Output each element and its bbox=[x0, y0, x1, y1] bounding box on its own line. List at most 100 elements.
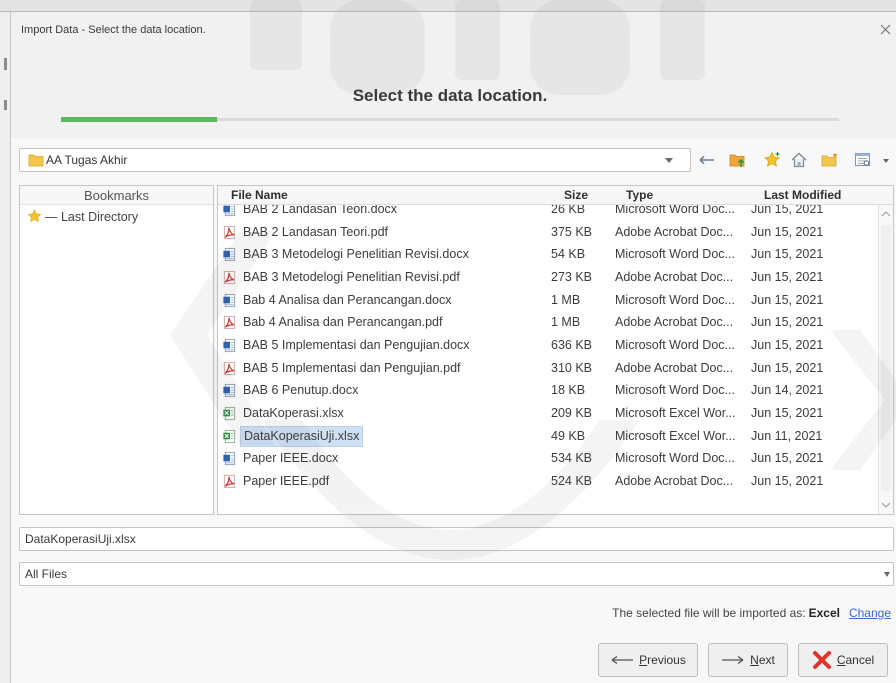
file-list-body: BAB 2 Landasan Teori.docx 26 KB Microsoft … bbox=[218, 205, 878, 514]
chevron-down-icon[interactable] bbox=[665, 158, 673, 163]
file-size-cell: 49 KB bbox=[551, 428, 586, 443]
file-row[interactable]: Paper IEEE.docx 534 KB Microsoft Word Doc.… bbox=[218, 447, 878, 470]
chevron-down-icon[interactable] bbox=[884, 572, 890, 577]
word-file-icon bbox=[222, 451, 237, 466]
word-file-icon bbox=[222, 293, 237, 308]
folder-icon bbox=[28, 152, 44, 168]
home-icon[interactable] bbox=[790, 151, 808, 169]
file-row[interactable]: Bab 4 Analisa dan Perancangan.docx 1 MB Mi… bbox=[218, 289, 878, 312]
file-modified-cell: Jun 15, 2021 bbox=[751, 338, 824, 353]
file-type-cell: Microsoft Word Doc... bbox=[615, 292, 735, 307]
view-options-icon[interactable] bbox=[854, 151, 872, 169]
file-type-filter-combo[interactable]: All Files bbox=[19, 562, 894, 586]
file-modified-cell: Jun 15, 2021 bbox=[751, 474, 824, 489]
file-modified-cell: Jun 15, 2021 bbox=[751, 270, 824, 284]
file-modified-cell: Jun 15, 2021 bbox=[751, 205, 824, 216]
location-combo[interactable]: AA Tugas Akhir bbox=[19, 148, 691, 172]
file-row[interactable]: BAB 3 Metodelogi Penelitian Revisi.pdf 27… bbox=[218, 266, 878, 289]
file-row[interactable]: BAB 5 Implementasi dan Pengujian.pdf 310 … bbox=[218, 357, 878, 380]
file-name-input[interactable] bbox=[19, 527, 894, 551]
close-icon[interactable] bbox=[879, 23, 892, 36]
cancel-x-icon bbox=[812, 650, 832, 670]
next-button-label: Next bbox=[750, 653, 775, 667]
add-bookmark-star-icon[interactable] bbox=[763, 151, 781, 169]
file-list-scrollbar[interactable] bbox=[878, 205, 893, 514]
file-type-cell: Microsoft Word Doc... bbox=[615, 247, 735, 262]
file-type-cell: Adobe Acrobat Doc... bbox=[615, 270, 734, 284]
file-size-cell: 636 KB bbox=[551, 338, 593, 353]
file-row[interactable]: DataKoperasiUji.xlsx 49 KB Microsoft Excel… bbox=[218, 425, 878, 448]
file-size-cell: 375 KB bbox=[551, 224, 593, 239]
scroll-down-icon[interactable] bbox=[881, 501, 891, 509]
file-name-cell: BAB 6 Penutup.docx bbox=[243, 383, 359, 398]
previous-button[interactable]: Previous bbox=[598, 643, 698, 677]
view-options-chevron-down-icon[interactable] bbox=[883, 159, 889, 163]
file-size-cell: 1 MB bbox=[551, 292, 581, 307]
file-name-cell: Paper IEEE.docx bbox=[243, 451, 339, 466]
wizard-progress-fill bbox=[61, 117, 217, 122]
file-row[interactable]: BAB 2 Landasan Teori.docx 26 KB Microsoft … bbox=[218, 205, 878, 221]
file-modified-cell: Jun 15, 2021 bbox=[751, 360, 824, 375]
file-row[interactable]: Paper IEEE.pdf 524 KB Adobe Acrobat Doc...… bbox=[218, 470, 878, 493]
file-name-cell: Paper IEEE.pdf bbox=[243, 474, 330, 489]
file-size-cell: 524 KB bbox=[551, 474, 593, 489]
file-modified-cell: Jun 15, 2021 bbox=[751, 224, 824, 239]
column-header-last-modified[interactable]: Last Modified bbox=[764, 186, 841, 205]
file-type-cell: Microsoft Word Doc... bbox=[615, 451, 735, 466]
dialog-title: Import Data - Select the data location. bbox=[21, 24, 206, 36]
file-type-cell: Adobe Acrobat Doc... bbox=[615, 474, 734, 489]
cancel-button-label: Cancel bbox=[836, 653, 875, 667]
change-format-link[interactable]: Change bbox=[849, 606, 891, 620]
wizard-progress-bar bbox=[61, 117, 839, 122]
bookmark-label: — Last Directory bbox=[45, 210, 139, 224]
file-type-cell: Microsoft Word Doc... bbox=[615, 383, 735, 398]
column-header-file-name[interactable]: File Name bbox=[231, 186, 288, 205]
import-note-text: The selected file will be imported as: bbox=[612, 606, 806, 620]
star-icon bbox=[27, 209, 42, 224]
file-row[interactable]: BAB 6 Penutup.docx 18 KB Microsoft Word Do… bbox=[218, 379, 878, 402]
file-row[interactable]: Bab 4 Analisa dan Perancangan.pdf 1 MB Ado… bbox=[218, 311, 878, 334]
scroll-up-icon[interactable] bbox=[881, 210, 891, 218]
file-type-cell: Microsoft Word Doc... bbox=[615, 205, 735, 216]
next-button[interactable]: Next bbox=[708, 643, 788, 677]
file-size-cell: 534 KB bbox=[551, 451, 593, 466]
import-format-note: The selected file will be imported as: Ex… bbox=[391, 606, 891, 620]
file-name-cell: BAB 3 Metodelogi Penelitian Revisi.pdf bbox=[243, 270, 460, 284]
file-name-cell: DataKoperasi.xlsx bbox=[243, 406, 344, 421]
column-header-type[interactable]: Type bbox=[626, 186, 653, 205]
file-row[interactable]: BAB 5 Implementasi dan Pengujian.docx 636… bbox=[218, 334, 878, 357]
pdf-file-icon bbox=[222, 474, 237, 489]
back-arrow-icon[interactable] bbox=[698, 151, 716, 169]
pdf-file-icon bbox=[222, 315, 237, 330]
excel-file-icon bbox=[222, 429, 237, 444]
file-modified-cell: Jun 15, 2021 bbox=[751, 451, 824, 466]
file-list: File Name Size Type Last Modified BAB 2 … bbox=[217, 185, 894, 515]
import-format-value: Excel bbox=[808, 606, 840, 620]
file-row[interactable]: BAB 3 Metodelogi Penelitian Revisi.docx 5… bbox=[218, 243, 878, 266]
file-type-cell: Microsoft Word Doc... bbox=[615, 338, 735, 353]
file-name-cell: DataKoperasiUji.xlsx bbox=[240, 425, 364, 447]
file-name-cell: Bab 4 Analisa dan Perancangan.pdf bbox=[243, 315, 443, 330]
excel-file-icon bbox=[222, 406, 237, 421]
bookmarks-header: Bookmarks bbox=[20, 186, 213, 205]
arrow-left-icon bbox=[610, 655, 634, 665]
new-folder-icon[interactable] bbox=[821, 151, 839, 169]
folder-up-icon[interactable] bbox=[729, 151, 747, 169]
column-header-size[interactable]: Size bbox=[564, 186, 588, 205]
word-file-icon bbox=[222, 247, 237, 262]
file-name-cell: BAB 2 Landasan Teori.pdf bbox=[243, 224, 389, 239]
word-file-icon bbox=[222, 383, 237, 398]
scrollbar-thumb[interactable] bbox=[881, 225, 891, 491]
bookmark-item-last-directory[interactable]: — Last Directory bbox=[20, 206, 213, 228]
file-row[interactable]: DataKoperasi.xlsx 209 KB Microsoft Excel W… bbox=[218, 402, 878, 425]
word-file-icon bbox=[222, 205, 237, 217]
file-modified-cell: Jun 15, 2021 bbox=[751, 406, 824, 421]
cancel-button[interactable]: Cancel bbox=[798, 643, 888, 677]
file-row[interactable]: BAB 2 Landasan Teori.pdf 375 KB Adobe Acro… bbox=[218, 221, 878, 244]
file-type-filter-value: All Files bbox=[25, 567, 68, 581]
location-path: AA Tugas Akhir bbox=[46, 153, 128, 167]
file-modified-cell: Jun 11, 2021 bbox=[751, 428, 823, 443]
file-size-cell: 273 KB bbox=[551, 270, 593, 284]
file-name-cell: BAB 5 Implementasi dan Pengujian.pdf bbox=[243, 360, 461, 375]
file-size-cell: 26 KB bbox=[551, 205, 586, 216]
